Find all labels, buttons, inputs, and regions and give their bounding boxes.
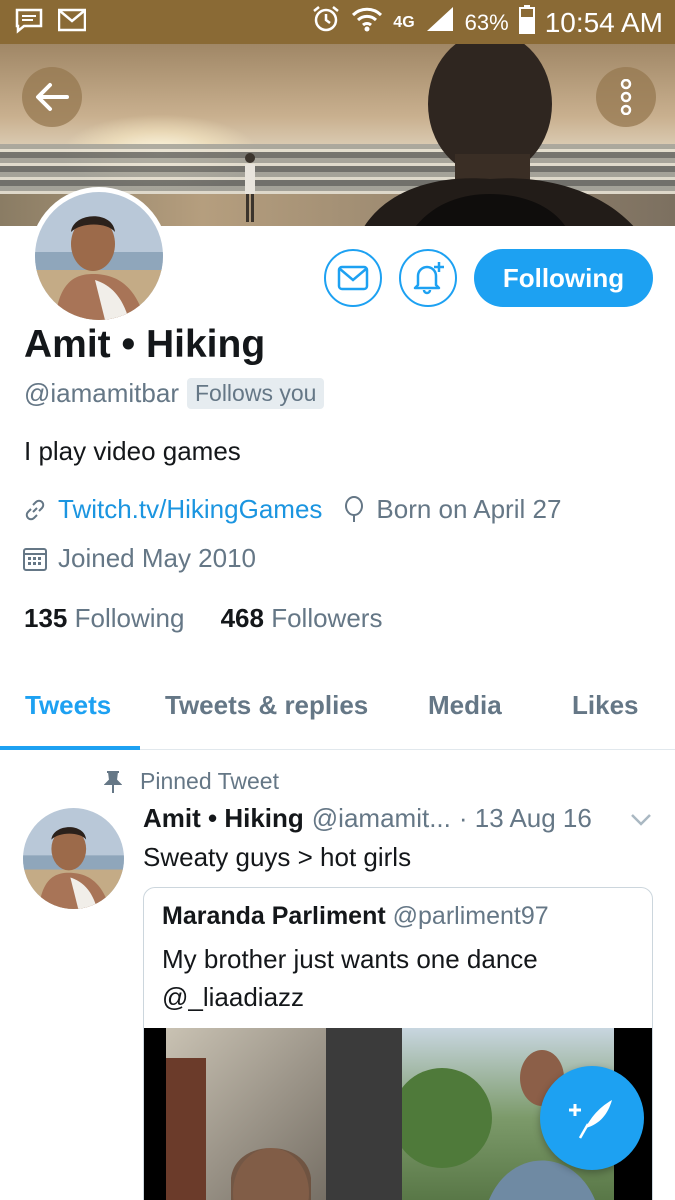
status-bar: 4G 63% 10:54 AM bbox=[0, 0, 675, 44]
following-count: 135 bbox=[24, 603, 68, 633]
pinned-tweet-label: Pinned Tweet bbox=[140, 768, 279, 794]
tweet-author-name[interactable]: Amit • Hiking bbox=[143, 803, 304, 834]
tweet-date[interactable]: · 13 Aug 16 bbox=[459, 803, 592, 834]
quoted-author-handle: @parliment97 bbox=[392, 902, 549, 930]
message-button[interactable] bbox=[324, 249, 382, 307]
link-icon bbox=[25, 499, 45, 520]
clock: 10:54 AM bbox=[544, 6, 663, 38]
quoted-author-name: Maranda Parliment bbox=[162, 902, 386, 930]
profile-name: Amit • Hiking bbox=[24, 323, 266, 366]
tweet-author-avatar[interactable] bbox=[23, 808, 124, 909]
arrow-left-icon bbox=[36, 83, 69, 111]
pinned-label-row: Pinned Tweet bbox=[104, 768, 279, 795]
chevron-down-icon bbox=[631, 814, 651, 826]
tab-tweets-replies[interactable]: Tweets & replies bbox=[165, 690, 368, 721]
profile-website-link[interactable]: Twitch.tv/HikingGames bbox=[58, 494, 322, 525]
handle-row: @iamamitbar Follows you bbox=[24, 378, 325, 409]
quoted-mention[interactable]: @_liaadiazz bbox=[162, 978, 538, 1016]
alarm-icon bbox=[311, 4, 341, 41]
following-stat[interactable]: 135 Following bbox=[24, 603, 184, 633]
profile-birthday: Born on April 27 bbox=[376, 494, 562, 524]
media-thumbnail-left bbox=[166, 1028, 402, 1200]
profile-joined: Joined May 2010 bbox=[58, 543, 257, 573]
profile-tabs: Tweets Tweets & replies Media Likes bbox=[0, 680, 675, 750]
tweet-text: Sweaty guys > hot girls bbox=[143, 842, 412, 872]
profile-joined-row: Joined May 2010 bbox=[22, 543, 256, 574]
balloon-icon bbox=[345, 495, 364, 522]
followers-count: 468 bbox=[220, 603, 264, 633]
follows-you-badge: Follows you bbox=[186, 378, 325, 409]
notifications-button[interactable] bbox=[399, 249, 457, 307]
pin-icon bbox=[104, 770, 122, 793]
battery-icon bbox=[518, 4, 535, 41]
profile-handle: @iamamitbar bbox=[24, 378, 179, 408]
tab-likes[interactable]: Likes bbox=[572, 690, 639, 721]
envelope-icon bbox=[337, 265, 369, 291]
quoted-tweet-text: My brother just wants one dance @_liaadi… bbox=[162, 940, 538, 1016]
network-type: 4G bbox=[393, 13, 415, 31]
back-button[interactable] bbox=[22, 67, 82, 127]
battery-percent: 63% bbox=[464, 9, 509, 35]
profile-meta-row: Twitch.tv/HikingGames Born on April 27 bbox=[22, 494, 561, 525]
profile-stats: 135 Following 468 Followers bbox=[24, 603, 382, 634]
tweet-options-button[interactable] bbox=[630, 813, 652, 832]
bell-plus-icon bbox=[413, 262, 444, 295]
followers-stat[interactable]: 468 Followers bbox=[221, 603, 383, 633]
profile-bio: I play video games bbox=[24, 436, 241, 466]
calendar-icon bbox=[23, 547, 47, 571]
quoted-tweet-header: Maranda Parliment @parliment97 bbox=[162, 902, 549, 931]
profile-avatar[interactable] bbox=[30, 187, 168, 325]
active-tab-indicator bbox=[0, 746, 140, 750]
gmail-icon bbox=[57, 8, 87, 39]
tab-tweets[interactable]: Tweets bbox=[25, 690, 111, 721]
compose-tweet-button[interactable] bbox=[540, 1066, 644, 1170]
following-button[interactable]: Following bbox=[474, 249, 653, 307]
tweet-author-handle[interactable]: @iamamit... bbox=[312, 803, 451, 834]
compose-feather-icon bbox=[569, 1100, 612, 1139]
message-icon bbox=[14, 8, 44, 39]
following-label: Following bbox=[74, 603, 185, 633]
tab-media[interactable]: Media bbox=[428, 690, 502, 721]
more-options-button[interactable] bbox=[596, 67, 656, 127]
tweet-header: Amit • Hiking @iamamit... · 13 Aug 16 bbox=[143, 803, 592, 834]
signal-icon bbox=[425, 5, 455, 40]
wifi-icon bbox=[351, 4, 383, 41]
more-vertical-icon bbox=[620, 79, 632, 115]
followers-label: Followers bbox=[271, 603, 383, 633]
quoted-text-line: My brother just wants one dance bbox=[162, 944, 538, 974]
